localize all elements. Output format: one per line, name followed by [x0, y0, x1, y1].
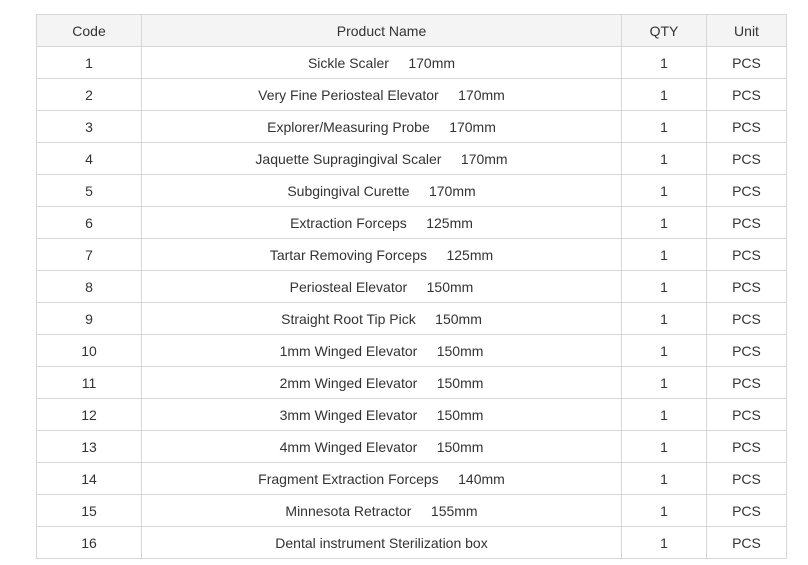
table-row: 7 Tartar Removing Forceps 125mm 1 PCS	[36, 238, 787, 271]
header-qty: QTY	[621, 14, 707, 47]
cell-qty: 1	[621, 494, 707, 527]
cell-unit: PCS	[706, 462, 787, 495]
table-row: 6 Extraction Forceps 125mm 1 PCS	[36, 206, 787, 239]
cell-product-name: Fragment Extraction Forceps 140mm	[141, 462, 622, 495]
cell-product-name: 1mm Winged Elevator 150mm	[141, 334, 622, 367]
cell-product-name: 2mm Winged Elevator 150mm	[141, 366, 622, 399]
cell-qty: 1	[621, 206, 707, 239]
product-table-container: Code Product Name QTY Unit 1 Sickle Scal…	[36, 14, 787, 559]
cell-qty: 1	[621, 334, 707, 367]
cell-qty: 1	[621, 270, 707, 303]
cell-unit: PCS	[706, 430, 787, 463]
cell-qty: 1	[621, 174, 707, 207]
cell-product-name: Jaquette Supragingival Scaler 170mm	[141, 142, 622, 175]
cell-code: 1	[36, 46, 142, 79]
table-row: 16 Dental instrument Sterilization box 1…	[36, 526, 787, 559]
cell-product-name: Explorer/Measuring Probe 170mm	[141, 110, 622, 143]
cell-qty: 1	[621, 366, 707, 399]
table-row: 13 4mm Winged Elevator 150mm 1 PCS	[36, 430, 787, 463]
cell-product-name: Straight Root Tip Pick 150mm	[141, 302, 622, 335]
cell-qty: 1	[621, 110, 707, 143]
table-row: 10 1mm Winged Elevator 150mm 1 PCS	[36, 334, 787, 367]
cell-qty: 1	[621, 526, 707, 559]
cell-product-name: Subgingival Curette 170mm	[141, 174, 622, 207]
cell-unit: PCS	[706, 142, 787, 175]
table-body: 1 Sickle Scaler 170mm 1 PCS 2 Very Fine …	[36, 46, 787, 559]
cell-product-name: 3mm Winged Elevator 150mm	[141, 398, 622, 431]
table-header-row: Code Product Name QTY Unit	[36, 14, 787, 47]
product-table: Code Product Name QTY Unit 1 Sickle Scal…	[36, 14, 787, 559]
cell-code: 6	[36, 206, 142, 239]
table-row: 9 Straight Root Tip Pick 150mm 1 PCS	[36, 302, 787, 335]
table-row: 2 Very Fine Periosteal Elevator 170mm 1 …	[36, 78, 787, 111]
cell-code: 11	[36, 366, 142, 399]
cell-unit: PCS	[706, 46, 787, 79]
cell-code: 2	[36, 78, 142, 111]
cell-qty: 1	[621, 302, 707, 335]
table-row: 8 Periosteal Elevator 150mm 1 PCS	[36, 270, 787, 303]
cell-code: 7	[36, 238, 142, 271]
cell-code: 14	[36, 462, 142, 495]
table-row: 5 Subgingival Curette 170mm 1 PCS	[36, 174, 787, 207]
table-row: 11 2mm Winged Elevator 150mm 1 PCS	[36, 366, 787, 399]
table-row: 15 Minnesota Retractor 155mm 1 PCS	[36, 494, 787, 527]
cell-product-name: Dental instrument Sterilization box	[141, 526, 622, 559]
table-row: 4 Jaquette Supragingival Scaler 170mm 1 …	[36, 142, 787, 175]
header-product-name: Product Name	[141, 14, 622, 47]
table-row: 1 Sickle Scaler 170mm 1 PCS	[36, 46, 787, 79]
cell-product-name: Periosteal Elevator 150mm	[141, 270, 622, 303]
cell-unit: PCS	[706, 334, 787, 367]
cell-unit: PCS	[706, 526, 787, 559]
cell-unit: PCS	[706, 270, 787, 303]
cell-code: 12	[36, 398, 142, 431]
table-row: 3 Explorer/Measuring Probe 170mm 1 PCS	[36, 110, 787, 143]
cell-code: 5	[36, 174, 142, 207]
cell-qty: 1	[621, 142, 707, 175]
cell-qty: 1	[621, 78, 707, 111]
cell-product-name: Extraction Forceps 125mm	[141, 206, 622, 239]
cell-unit: PCS	[706, 238, 787, 271]
cell-unit: PCS	[706, 174, 787, 207]
cell-unit: PCS	[706, 302, 787, 335]
cell-code: 16	[36, 526, 142, 559]
cell-qty: 1	[621, 398, 707, 431]
cell-qty: 1	[621, 238, 707, 271]
cell-qty: 1	[621, 46, 707, 79]
cell-code: 15	[36, 494, 142, 527]
cell-code: 3	[36, 110, 142, 143]
cell-unit: PCS	[706, 366, 787, 399]
table-row: 14 Fragment Extraction Forceps 140mm 1 P…	[36, 462, 787, 495]
cell-qty: 1	[621, 430, 707, 463]
cell-unit: PCS	[706, 206, 787, 239]
cell-code: 4	[36, 142, 142, 175]
table-row: 12 3mm Winged Elevator 150mm 1 PCS	[36, 398, 787, 431]
cell-product-name: Sickle Scaler 170mm	[141, 46, 622, 79]
cell-unit: PCS	[706, 78, 787, 111]
cell-unit: PCS	[706, 398, 787, 431]
cell-product-name: Very Fine Periosteal Elevator 170mm	[141, 78, 622, 111]
header-code: Code	[36, 14, 142, 47]
cell-unit: PCS	[706, 110, 787, 143]
cell-qty: 1	[621, 462, 707, 495]
header-unit: Unit	[706, 14, 787, 47]
cell-product-name: 4mm Winged Elevator 150mm	[141, 430, 622, 463]
cell-code: 10	[36, 334, 142, 367]
cell-code: 9	[36, 302, 142, 335]
cell-code: 8	[36, 270, 142, 303]
cell-code: 13	[36, 430, 142, 463]
cell-product-name: Tartar Removing Forceps 125mm	[141, 238, 622, 271]
cell-product-name: Minnesota Retractor 155mm	[141, 494, 622, 527]
cell-unit: PCS	[706, 494, 787, 527]
